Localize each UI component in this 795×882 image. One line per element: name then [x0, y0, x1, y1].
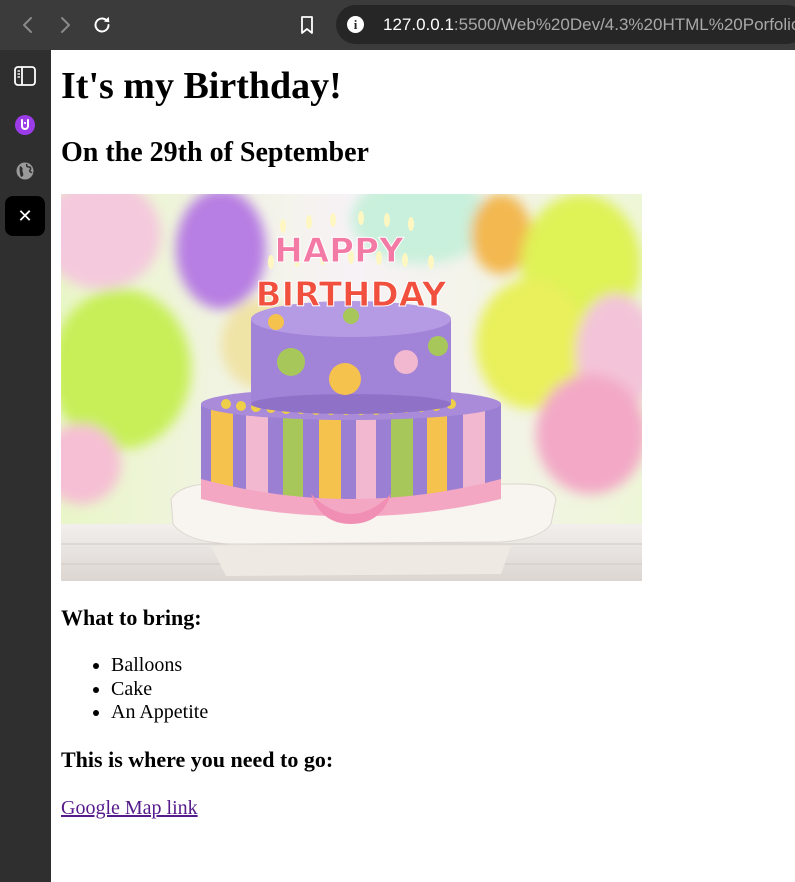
reload-button[interactable] [87, 10, 117, 40]
chevron-left-icon [23, 17, 32, 33]
list-item: Balloons [111, 654, 208, 678]
url-text[interactable]: 127.0.0.1:5500/Web%20Dev/4.3%20HTML%20Po… [383, 5, 795, 44]
reload-icon [94, 16, 110, 33]
globe-icon [16, 162, 34, 180]
date-heading: On the 29th of September [61, 137, 369, 168]
url-host: 127.0.0.1 [383, 15, 454, 34]
page-title: It's my Birthday! [61, 65, 342, 107]
google-map-link[interactable]: Google Map link [61, 796, 198, 820]
sidebar-toggle-button[interactable] [5, 56, 45, 96]
close-icon: ✕ [17, 205, 33, 227]
bookmark-icon [301, 16, 313, 34]
bring-heading: What to bring: [61, 605, 202, 630]
list-item: An Appetite [111, 701, 208, 725]
bookmark-button[interactable] [292, 10, 322, 40]
bring-list: Balloons Cake An Appetite [61, 654, 208, 725]
cake-text-happy: HAPPY [274, 231, 404, 271]
browser-toolbar: i 127.0.0.1:5500/Web%20Dev/4.3%20HTML%20… [0, 0, 795, 50]
info-icon[interactable]: i [347, 16, 364, 33]
cake-text-birthday: BIRTHDAY [256, 275, 447, 315]
sidebar-extension-button[interactable] [5, 105, 45, 145]
sidebar-globe-button[interactable] [5, 151, 45, 191]
browser-sidebar: ✕ [0, 50, 51, 882]
back-button[interactable] [13, 10, 43, 40]
sidebar-panel-icon [14, 66, 36, 86]
extension-icon [15, 115, 35, 135]
address-bar[interactable]: i 127.0.0.1:5500/Web%20Dev/4.3%20HTML%20… [336, 5, 795, 44]
url-path: :5500/Web%20Dev/4.3%20HTML%20Porfolio [453, 15, 795, 34]
forward-button[interactable] [50, 10, 80, 40]
sidebar-close-button[interactable]: ✕ [5, 196, 45, 236]
list-item: Cake [111, 678, 208, 702]
chevron-right-icon [61, 17, 70, 33]
birthday-cake-image: HAPPY BIRTHDAY [61, 194, 642, 581]
directions-heading: This is where you need to go: [61, 747, 334, 772]
